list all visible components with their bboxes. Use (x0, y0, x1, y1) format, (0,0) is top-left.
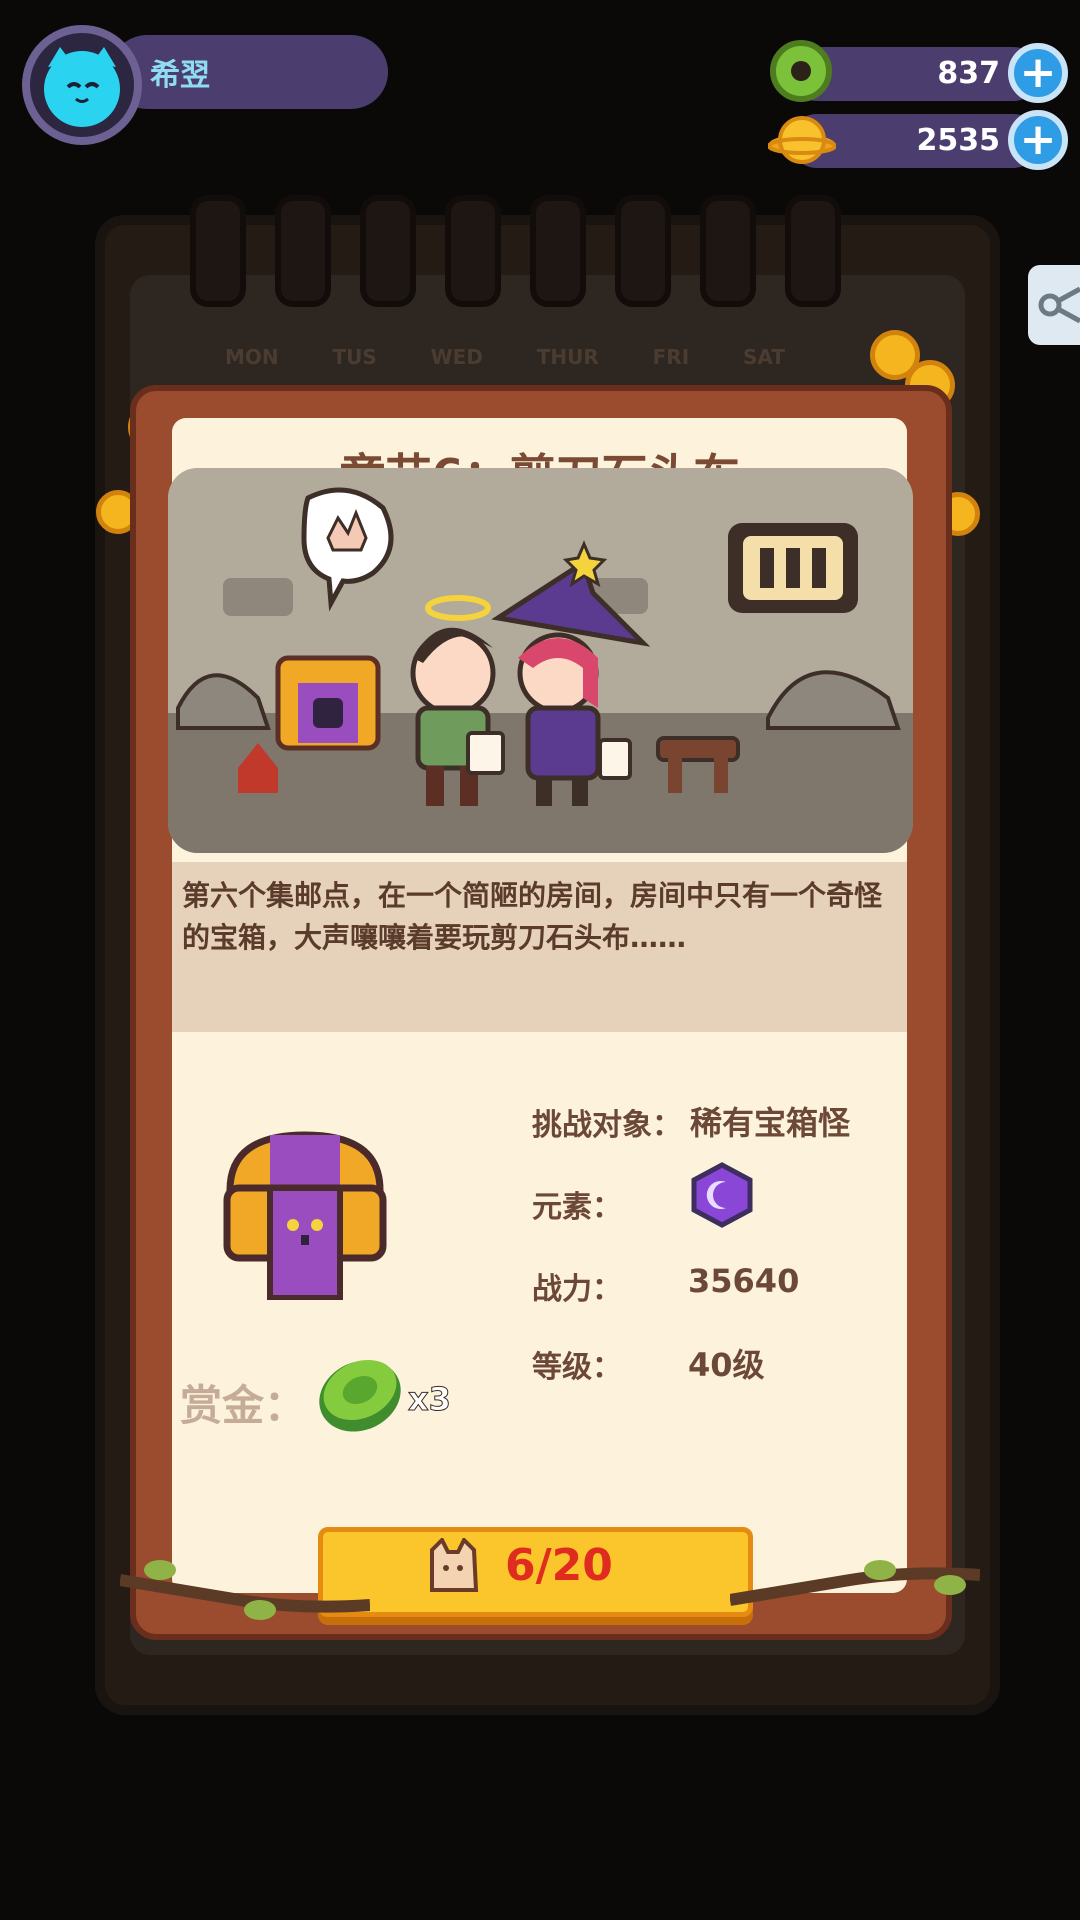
calendar-ring (700, 195, 756, 307)
planet-coin-icon (767, 110, 837, 172)
green-bottlecap-icon (315, 1352, 405, 1434)
calendar-ring (190, 195, 246, 307)
add-coins-button[interactable]: + (1008, 110, 1068, 170)
share-icon[interactable] (1028, 265, 1080, 345)
reward-count: x3 (408, 1380, 452, 1419)
calendar-ring (785, 195, 841, 307)
treasure-chest-monster-icon (215, 1120, 395, 1301)
level-label: 等级： (532, 1350, 622, 1385)
purple-dark-element-icon (690, 1162, 754, 1228)
cat-ticket-icon (424, 1536, 482, 1600)
weekday-label: FRI (652, 345, 690, 369)
player-name: 希翌 (150, 58, 210, 93)
vine-decoration (119, 1560, 371, 1620)
weekday-label: WED (430, 345, 483, 369)
challenge-label: 挑战对象： (532, 1108, 682, 1143)
calendar-ring (275, 195, 331, 307)
calendar-ring (360, 195, 416, 307)
green-donut-token-icon (770, 40, 832, 102)
weekday-label: SAT (742, 345, 785, 369)
weekday-label: THUR (536, 345, 599, 369)
gems-value: 837 (937, 56, 1000, 91)
attempts-counter: 6/20 (505, 1540, 613, 1591)
background-weekdays: MON TUS WED THUR FRI SAT (225, 345, 785, 369)
weekday-label: TUS (332, 345, 377, 369)
calendar-ring (615, 195, 671, 307)
calendar-ring (445, 195, 501, 307)
cat-avatar-icon (44, 47, 120, 127)
coins-value: 2535 (916, 123, 1001, 158)
calendar-ring (530, 195, 586, 307)
level-value: 40级 (688, 1346, 765, 1384)
vine-decoration (729, 1560, 981, 1620)
power-label: 战力： (532, 1272, 622, 1307)
element-label: 元素： (532, 1190, 622, 1225)
avatar[interactable] (22, 25, 142, 145)
reward-label: 赏金： (180, 1381, 307, 1430)
challenge-target: 稀有宝箱怪 (690, 1104, 851, 1142)
chapter-illustration (168, 468, 913, 853)
add-gems-button[interactable]: + (1008, 43, 1068, 103)
power-value: 35640 (688, 1262, 800, 1300)
weekday-label: MON (225, 345, 279, 369)
chapter-description: 第六个集邮点，在一个简陋的房间，房间中只有一个奇怪的宝箱，大声嚷嚷着要玩剪刀石头… (182, 879, 883, 954)
